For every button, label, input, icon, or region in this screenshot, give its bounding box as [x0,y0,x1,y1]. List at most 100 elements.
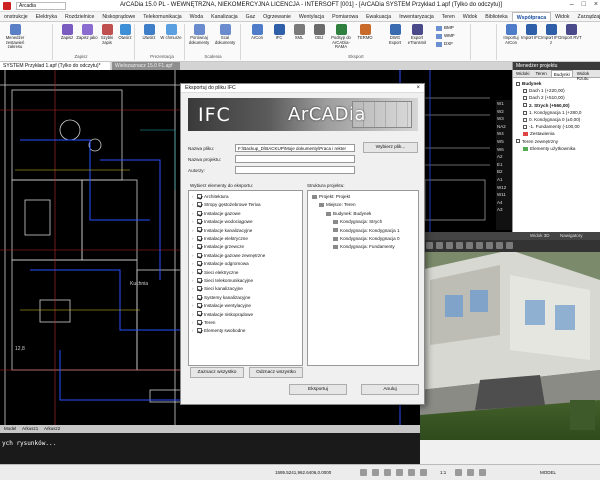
section-icon[interactable] [496,242,503,249]
checkbox[interactable] [197,227,202,233]
menu-tab[interactable]: Teren [438,12,459,21]
menu-tab[interactable]: Gaz [242,12,260,21]
layer-item[interactable]: B2 [497,168,512,176]
ribbon-button[interactable]: Zapisz jako [76,24,98,54]
deselect-all-button[interactable]: Odznacz wszystko [249,367,303,378]
tree-node[interactable]: Budynek [514,80,599,87]
menu-tab[interactable]: Niskoprądowe [98,12,139,21]
checkbox[interactable] [197,235,202,241]
checkbox[interactable] [197,319,202,325]
checkbox[interactable] [197,328,202,334]
checkbox[interactable] [197,252,202,258]
checkbox[interactable] [197,277,202,283]
layer-item[interactable]: A1 [497,176,512,184]
layer-item[interactable]: NA2 [497,123,512,131]
ribbon-button[interactable]: XML [288,24,310,54]
tab-sheet-2[interactable]: Arkusz2 [44,426,60,431]
export-element-item[interactable]: › Instalacje niskoprądowe [192,311,253,318]
ribbon-button[interactable]: OBJ [308,24,330,54]
tree-node[interactable]: 2. Strych (+560,00) [514,102,599,109]
ribbon-button[interactable]: Menedżer zestawień zakresu [4,24,26,54]
menu-tab[interactable]: Rozdzielnice [61,12,98,21]
checkbox[interactable] [197,193,202,199]
tab-second-document[interactable]: Wielozaznacz 15.0 F1.apf [112,62,180,70]
export-element-item[interactable]: › Systemy kanalizacyjne [192,294,250,301]
layer-item[interactable]: W1 [497,100,512,108]
layer-item[interactable]: W6 [497,146,512,154]
menu-tab[interactable]: Ogrzewanie [259,12,295,21]
checkbox[interactable] [197,286,202,292]
ribbon-button[interactable]: Import IFC [520,24,542,54]
walk-icon[interactable] [456,242,463,249]
menu-tab[interactable]: Widok [551,12,573,21]
ribbon-button[interactable]: Export eTransmit [406,24,428,54]
tree-node[interactable]: 0. Kondygnacja 0 (±0,00) [514,116,599,123]
tree-node[interactable]: Dach 2 (+510,00) [514,94,599,101]
osnap-icon[interactable] [408,469,415,476]
close-icon[interactable]: × [594,1,598,8]
checkbox[interactable] [197,294,202,300]
file-path-input[interactable]: F:\Backup_D\BACKUP\Moje dokumenty\Praca … [235,144,355,152]
layer-item[interactable]: W12 [497,184,512,192]
annotation-icon[interactable] [455,469,462,476]
close-icon[interactable]: × [416,85,420,91]
export-element-item[interactable]: › Teren [192,319,216,326]
export-button[interactable]: Eksportuj [289,384,347,395]
ribbon-small-button[interactable]: WMF [436,33,455,39]
export-element-item[interactable]: › Sieci kanalizacyjne [192,285,243,292]
pan-icon[interactable] [436,242,443,249]
settings-icon[interactable] [506,242,513,249]
orbit-icon[interactable] [426,242,433,249]
ribbon-button[interactable]: TERMO [354,24,376,54]
menu-tab[interactable]: Inwentaryzacja [395,12,438,21]
ribbon-button[interactable]: Import RVT [560,24,582,54]
workspace-icon[interactable] [467,469,474,476]
ribbon-button[interactable]: Scal dokumenty [214,24,236,54]
panel-tab[interactable]: Widok Rzutu [575,70,600,81]
authors-input[interactable] [235,166,355,174]
render-icon[interactable] [476,242,483,249]
tab-sheet-1[interactable]: Arkusz1 [22,426,38,431]
layer-item[interactable]: W3 [497,115,512,123]
tree-node[interactable]: Zestawienia [514,130,599,137]
layer-item[interactable]: A2 [497,153,512,161]
export-element-item[interactable]: › Instalacje gazowe [192,210,241,217]
checkbox[interactable] [197,218,202,224]
menu-tab[interactable]: Biblioteka [481,12,512,21]
checkbox[interactable] [197,311,202,317]
export-element-item[interactable]: › Stropy gęstożebrowe Teriva [192,201,261,208]
tree-node[interactable]: Dach 1 (+220,00) [514,87,599,94]
menu-tab[interactable]: Widok [459,12,481,21]
space-mode[interactable]: MODEL [540,470,556,475]
structure-node[interactable]: Kondygnacja: Fundamenty [333,243,395,250]
menu-tab[interactable]: Ewakuacja [362,12,395,21]
structure-node[interactable]: Kondygnacja: Kondygnacja 0 [333,235,400,242]
select-all-button[interactable]: Zaznacz wszystko [190,367,244,378]
export-element-item[interactable]: › Instalacje elektryczne [192,235,248,242]
lineweight-icon[interactable] [420,469,427,476]
panel-tab[interactable]: Widoki [514,70,532,77]
layer-item[interactable]: W4 [497,130,512,138]
checkbox[interactable] [197,260,202,266]
export-element-item[interactable]: › Architektura [192,193,229,200]
grid-icon[interactable] [372,469,379,476]
structure-node[interactable]: Budynek: Budynek [326,210,371,217]
command-line-output[interactable]: ych rysunków... [2,440,56,447]
tab-active-document[interactable]: SYSTEM Przykład 1.apf (Tylko do odczytu)… [0,62,110,70]
ribbon-button[interactable]: DWG Export [384,24,406,54]
app-selector[interactable]: Arcadia [16,2,66,10]
export-element-item[interactable]: › Instalacje kanalizacyjne [192,227,252,234]
scale-ratio[interactable]: 1:1 [440,470,446,475]
view3d-render[interactable] [420,240,600,440]
project-name-input[interactable] [235,155,355,163]
snap-icon[interactable] [360,469,367,476]
layer-item[interactable]: W2 [497,108,512,116]
tab-model[interactable]: Model [4,426,16,431]
ribbon-button[interactable]: Zapisz [56,24,78,54]
menu-tab[interactable]: Pomiarowa [328,12,362,21]
layer-item[interactable]: A4 [497,199,512,207]
export-element-item[interactable]: › Instalacje wodociągowe [192,218,253,225]
camera-icon[interactable] [466,242,473,249]
menu-tab[interactable]: Elektryka [32,12,61,21]
menu-tab[interactable]: Telekomunikacja [139,12,185,21]
